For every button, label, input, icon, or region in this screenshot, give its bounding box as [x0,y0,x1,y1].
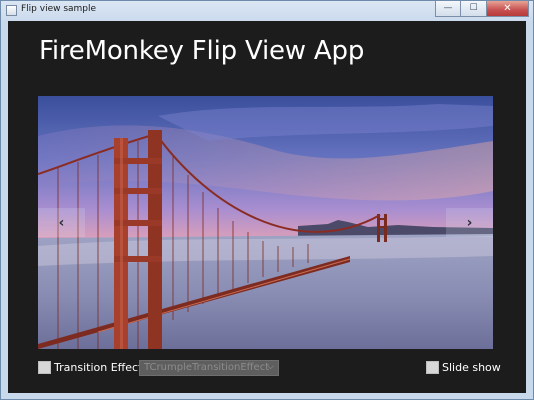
window-title: Flip view sample [21,4,97,14]
chevron-down-icon: ⌵ [267,362,274,372]
bridge-photo [38,96,493,349]
transition-effect-combo[interactable]: TCrumpleTransitionEffect ⌵ [139,360,279,376]
app-heading: FireMonkey Flip View App [39,36,365,66]
transition-effect-combo-value: TCrumpleTransitionEffect [144,362,270,373]
minimize-button[interactable]: — [435,1,461,17]
transition-effect-checkbox[interactable] [38,361,51,374]
next-slide-button[interactable]: › [446,208,493,237]
chevron-left-icon: ‹ [58,214,65,231]
chevron-right-icon: › [466,214,473,231]
previous-slide-button[interactable]: ‹ [38,208,85,237]
app-window: Flip view sample — ☐ ✕ FireMonkey Flip V… [0,0,534,400]
maximize-button[interactable]: ☐ [461,1,487,17]
transition-effect-label[interactable]: Transition Effect [54,361,142,374]
slide-show-label[interactable]: Slide show [442,361,501,374]
app-icon [6,5,17,16]
client-area: FireMonkey Flip View App ‹ › Transition … [8,21,526,393]
title-bar[interactable]: Flip view sample — ☐ ✕ [1,1,533,21]
slide-show-checkbox[interactable] [426,361,439,374]
caption-buttons: — ☐ ✕ [435,1,529,17]
flip-view[interactable]: ‹ › [38,96,493,349]
bottom-controls: Transition Effect TCrumpleTransitionEffe… [8,359,526,379]
close-button[interactable]: ✕ [487,1,529,17]
